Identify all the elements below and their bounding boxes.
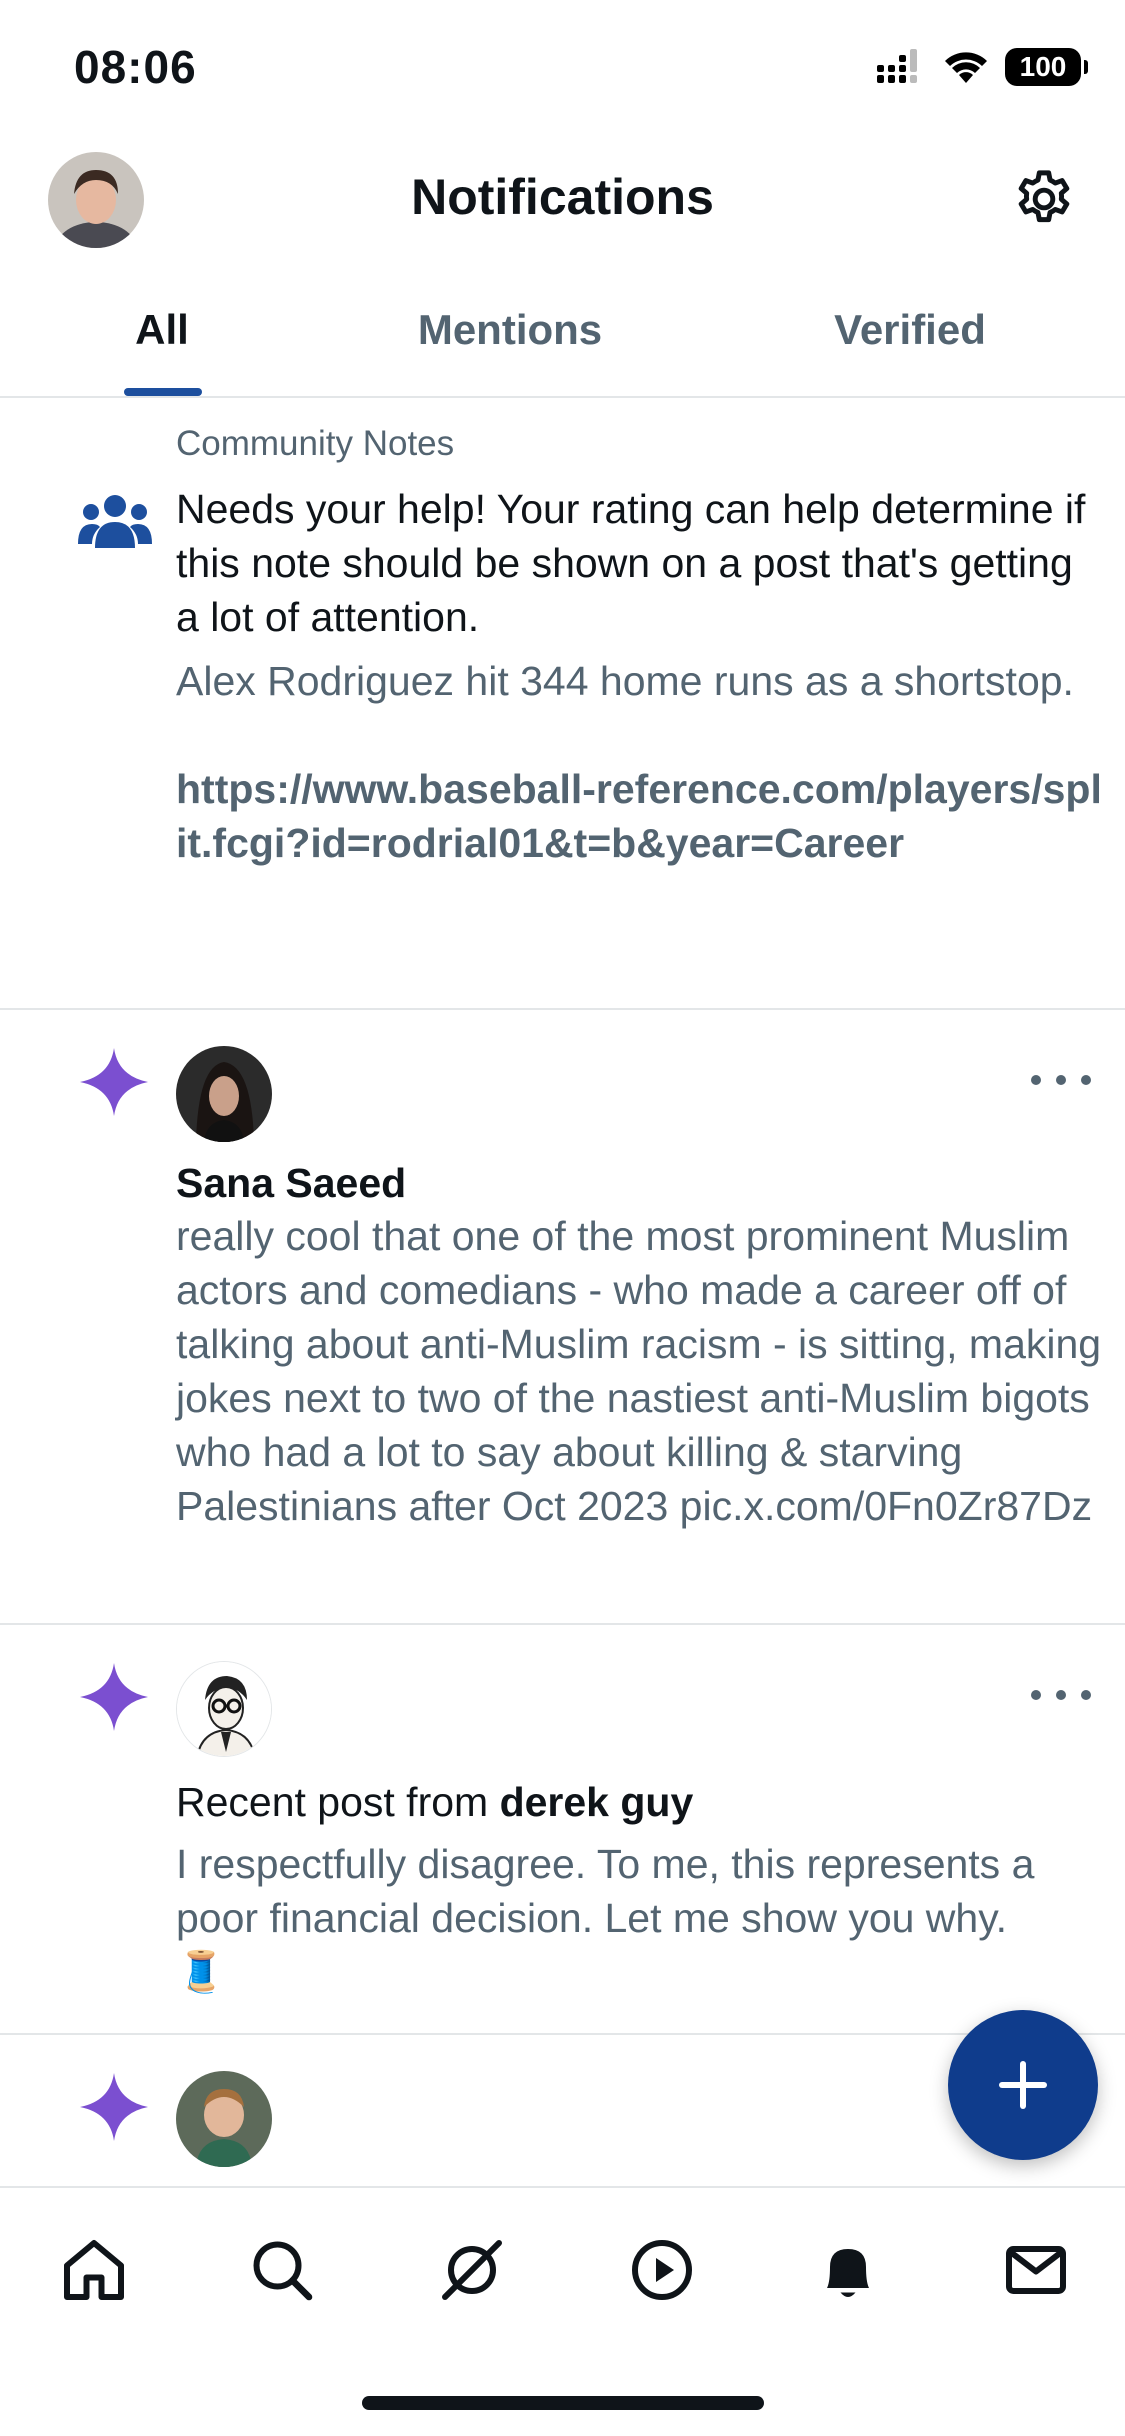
tab-all[interactable]: All	[62, 280, 262, 398]
page-title: Notifications	[411, 169, 714, 225]
post-text: I respectfully disagree. To me, this rep…	[176, 1841, 1035, 1941]
notification-recent-post[interactable]: Recent post from derek guy I respectfull…	[0, 1625, 1125, 2035]
search-icon	[253, 2241, 313, 2301]
nav-grok[interactable]	[432, 2230, 512, 2310]
settings-gear-icon[interactable]	[1011, 166, 1077, 232]
more-options-icon[interactable]	[1031, 1070, 1091, 1090]
tab-verified[interactable]: Verified	[760, 280, 1060, 398]
plus-icon	[999, 2061, 1047, 2109]
nav-search[interactable]	[242, 2230, 322, 2310]
notification-source-label: Community Notes	[176, 424, 455, 463]
notifications-bell-icon	[827, 2249, 869, 2297]
nav-video[interactable]	[622, 2230, 702, 2310]
author-name[interactable]: derek guy	[500, 1779, 694, 1825]
status-time: 08:06	[74, 41, 197, 93]
home-icon	[64, 2240, 124, 2300]
grok-icon	[442, 2240, 502, 2300]
tab-bar: All Mentions Verified	[0, 280, 1125, 398]
battery-indicator: 100	[1005, 48, 1088, 86]
notification-headline: Needs your help! Your rating can help de…	[176, 486, 1086, 640]
sparkle-icon	[80, 1663, 148, 1731]
home-indicator	[362, 2396, 764, 2410]
author-name[interactable]: Sana Saeed	[176, 1160, 1105, 1207]
user-avatar[interactable]	[176, 1046, 272, 1142]
more-options-icon[interactable]	[1031, 1685, 1091, 1705]
sparkle-icon	[80, 1048, 148, 1116]
nav-notifications[interactable]	[808, 2230, 888, 2310]
notification-community-notes[interactable]: Community Notes Needs your help! Your ra…	[0, 400, 1125, 1010]
wifi-icon	[945, 52, 987, 83]
tab-mentions[interactable]: Mentions	[360, 280, 660, 398]
nav-home[interactable]	[54, 2230, 134, 2310]
sparkle-icon	[80, 2073, 148, 2141]
status-icons: 100	[877, 48, 1088, 86]
user-avatar[interactable]	[176, 2071, 272, 2167]
messages-envelope-icon	[1006, 2246, 1066, 2294]
nav-messages[interactable]	[996, 2230, 1076, 2310]
thread-emoji: 🧵	[176, 1950, 226, 1994]
recent-post-prefix: Recent post from	[176, 1779, 500, 1825]
community-people-icon	[78, 495, 152, 548]
compose-post-button[interactable]	[948, 2010, 1098, 2160]
cellular-signal-icon	[877, 49, 917, 83]
notification-post[interactable]: Sana Saeed really cool that one of the m…	[0, 1010, 1125, 1625]
bottom-navigation	[0, 2186, 1125, 2436]
note-text: Alex Rodriguez hit 344 home runs as a sh…	[176, 658, 1074, 704]
profile-avatar[interactable]	[48, 152, 144, 248]
user-avatar[interactable]	[176, 1661, 272, 1757]
post-text: really cool that one of the most promine…	[176, 1213, 1102, 1529]
status-bar: 08:06 100	[0, 0, 1125, 135]
note-link[interactable]: https://www.baseball-reference.com/playe…	[176, 762, 1105, 870]
header: Notifications	[0, 140, 1125, 260]
recent-post-heading: Recent post from derek guy	[176, 1775, 1105, 1829]
video-play-icon	[632, 2240, 692, 2300]
active-tab-indicator	[124, 388, 202, 396]
